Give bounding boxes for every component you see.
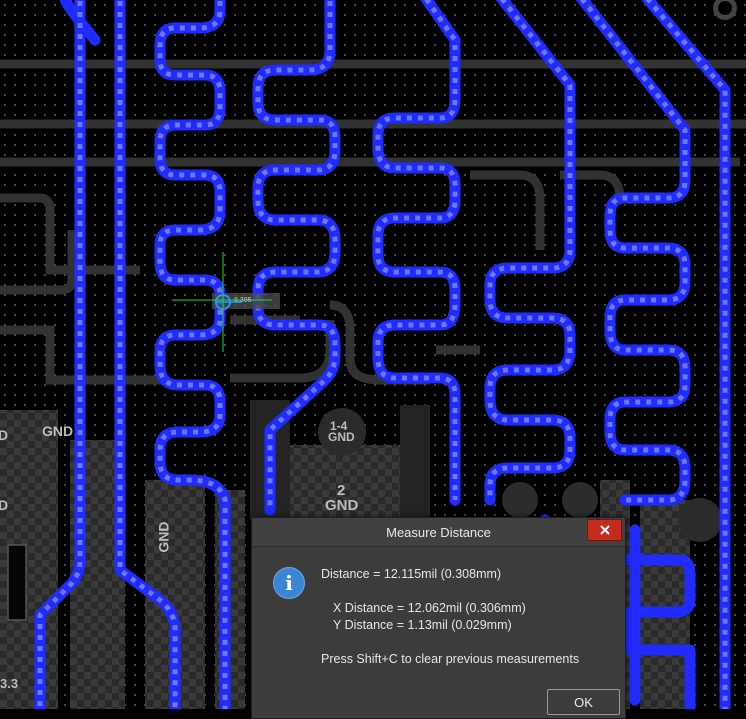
dialog-title: Measure Distance: [386, 525, 491, 540]
info-icon: i: [273, 567, 305, 599]
hint-text: Press Shift+C to clear previous measurem…: [321, 652, 580, 666]
edge-label-mid: D: [0, 497, 9, 513]
x-distance-text: X Distance = 12.062mil (0.306mm): [333, 601, 526, 615]
distance-text: Distance = 12.115mil (0.308mm): [321, 567, 502, 581]
close-button[interactable]: [587, 519, 622, 541]
edge-label-top: D: [0, 427, 9, 443]
gnd-label-vertical: GND: [155, 521, 172, 553]
pad-2-net-label: GND: [325, 497, 359, 514]
cursor-measure-label: 0.305: [234, 297, 252, 304]
pad-1-4-net-label: GND: [328, 430, 355, 444]
ok-button[interactable]: OK: [547, 689, 620, 715]
measure-distance-dialog: Measure Distance i Distance = 12.115mil …: [251, 517, 626, 719]
gnd-label-left: GND: [42, 423, 74, 439]
dialog-titlebar[interactable]: Measure Distance: [252, 518, 625, 547]
y-distance-text: Y Distance = 1.13mil (0.029mm): [333, 618, 512, 632]
edge-label-bottom: 3.3: [0, 676, 19, 691]
close-icon: [599, 525, 610, 535]
pad-2-label: 2: [337, 482, 346, 499]
